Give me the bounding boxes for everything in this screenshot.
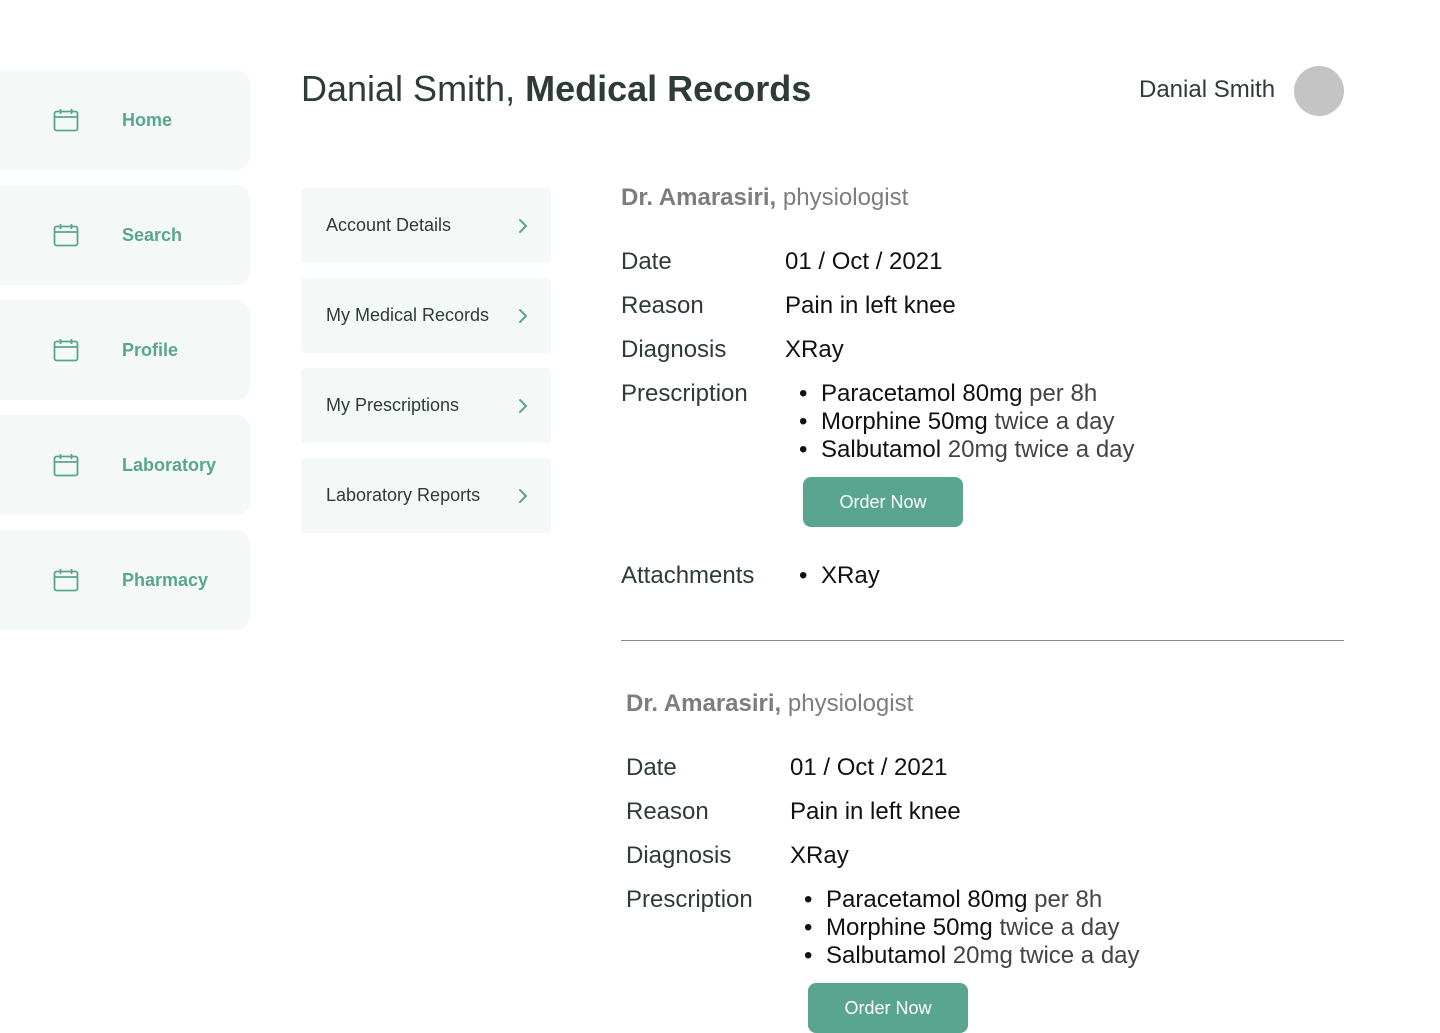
sidebar-item-laboratory[interactable]: Laboratory — [0, 415, 250, 515]
medical-record: Dr. Amarasiri, physiologist Date 01 / Oc… — [621, 184, 1344, 604]
diagnosis-value: XRay — [785, 336, 844, 363]
reason-value: Pain in left knee — [785, 292, 956, 319]
records-submenu: Account Details My Medical Records My Pr… — [301, 188, 551, 548]
sidebar-item-label: Search — [122, 224, 183, 245]
submenu-item-laboratory-reports[interactable]: Laboratory Reports — [301, 458, 551, 533]
drug-dosage: per 8h — [1029, 380, 1098, 407]
doctor-specialty: physiologist — [787, 690, 914, 717]
order-now-button[interactable]: Order Now — [803, 477, 963, 527]
calendar-icon — [53, 222, 79, 248]
drug-dosage: 20mg twice a day — [952, 942, 1140, 969]
submenu-item-label: Laboratory Reports — [326, 485, 481, 505]
reason-label: Reason — [626, 798, 709, 825]
attachment-item[interactable]: • XRay — [799, 562, 880, 590]
doctor-specialty: physiologist — [782, 184, 909, 211]
order-now-button[interactable]: Order Now — [808, 983, 968, 1033]
drug-name: Salbutamol — [826, 942, 947, 969]
submenu-item-label: Account Details — [326, 215, 452, 235]
doctor-name: Dr. Amarasiri, — [621, 184, 777, 211]
record-doctor: Dr. Amarasiri, physiologist — [626, 690, 1349, 718]
sidebar: Home Search Profile Laboratory Pharmacy — [0, 70, 250, 645]
drug-dosage: twice a day — [999, 914, 1120, 941]
drug-dosage: twice a day — [994, 408, 1115, 435]
drug-name: Paracetamol 80mg — [826, 886, 1028, 913]
attachment-name: XRay — [821, 562, 880, 589]
submenu-item-label: My Prescriptions — [326, 395, 460, 415]
diagnosis-label: Diagnosis — [626, 842, 732, 869]
chevron-right-icon — [515, 488, 531, 504]
sidebar-item-label: Home — [122, 109, 173, 130]
sidebar-item-label: Profile — [122, 339, 179, 360]
drug-dosage: 20mg twice a day — [947, 436, 1135, 463]
sidebar-item-label: Pharmacy — [122, 569, 209, 590]
date-label: Date — [621, 248, 672, 275]
prescription-item: • Salbutamol 20mg twice a day — [799, 436, 1135, 463]
submenu-item-label: My Medical Records — [326, 305, 490, 325]
doctor-name: Dr. Amarasiri, — [626, 690, 782, 717]
drug-name: Morphine 50mg — [826, 914, 993, 941]
date-label: Date — [626, 754, 677, 781]
date-value: 01 / Oct / 2021 — [785, 248, 943, 275]
submenu-item-my-prescriptions[interactable]: My Prescriptions — [301, 368, 551, 443]
user-name[interactable]: Danial Smith — [1139, 76, 1275, 104]
chevron-right-icon — [515, 398, 531, 414]
prescription-label: Prescription — [626, 886, 753, 913]
page-title-section: Medical Records — [525, 68, 812, 109]
submenu-item-my-medical-records[interactable]: My Medical Records — [301, 278, 551, 353]
attachments-label: Attachments — [621, 562, 755, 589]
prescription-list: • Paracetamol 80mg per 8h • Morphine 50m… — [799, 380, 1135, 464]
record-doctor: Dr. Amarasiri, physiologist — [621, 184, 1344, 212]
calendar-icon — [53, 107, 79, 133]
record-divider — [621, 640, 1344, 641]
attachments-list: • XRay — [799, 562, 880, 590]
medical-record: Dr. Amarasiri, physiologist Date 01 / Oc… — [626, 690, 1349, 1033]
sidebar-item-home[interactable]: Home — [0, 70, 250, 170]
diagnosis-value: XRay — [790, 842, 849, 869]
prescription-item: • Morphine 50mg twice a day — [804, 914, 1120, 941]
drug-dosage: per 8h — [1034, 886, 1103, 913]
page-title: Danial Smith, Medical Records — [301, 68, 811, 110]
sidebar-item-profile[interactable]: Profile — [0, 300, 250, 400]
chevron-right-icon — [515, 218, 531, 234]
prescription-label: Prescription — [621, 380, 748, 407]
calendar-icon — [53, 452, 79, 478]
date-value: 01 / Oct / 2021 — [790, 754, 948, 781]
calendar-icon — [53, 337, 79, 363]
prescription-item: • Salbutamol 20mg twice a day — [804, 942, 1140, 969]
prescription-item: • Morphine 50mg twice a day — [799, 408, 1115, 435]
sidebar-item-label: Laboratory — [122, 454, 217, 475]
prescription-list: • Paracetamol 80mg per 8h • Morphine 50m… — [804, 886, 1140, 970]
drug-name: Morphine 50mg — [821, 408, 988, 435]
reason-value: Pain in left knee — [790, 798, 961, 825]
prescription-item: • Paracetamol 80mg per 8h — [804, 886, 1103, 913]
diagnosis-label: Diagnosis — [621, 336, 727, 363]
avatar[interactable] — [1294, 66, 1344, 116]
calendar-icon — [53, 567, 79, 593]
sidebar-item-search[interactable]: Search — [0, 185, 250, 285]
reason-label: Reason — [621, 292, 704, 319]
drug-name: Salbutamol — [821, 436, 942, 463]
page-title-user: Danial Smith, — [301, 68, 516, 109]
chevron-right-icon — [515, 308, 531, 324]
drug-name: Paracetamol 80mg — [821, 380, 1023, 407]
prescription-item: • Paracetamol 80mg per 8h — [799, 380, 1098, 407]
sidebar-item-pharmacy[interactable]: Pharmacy — [0, 530, 250, 630]
submenu-item-account-details[interactable]: Account Details — [301, 188, 551, 263]
